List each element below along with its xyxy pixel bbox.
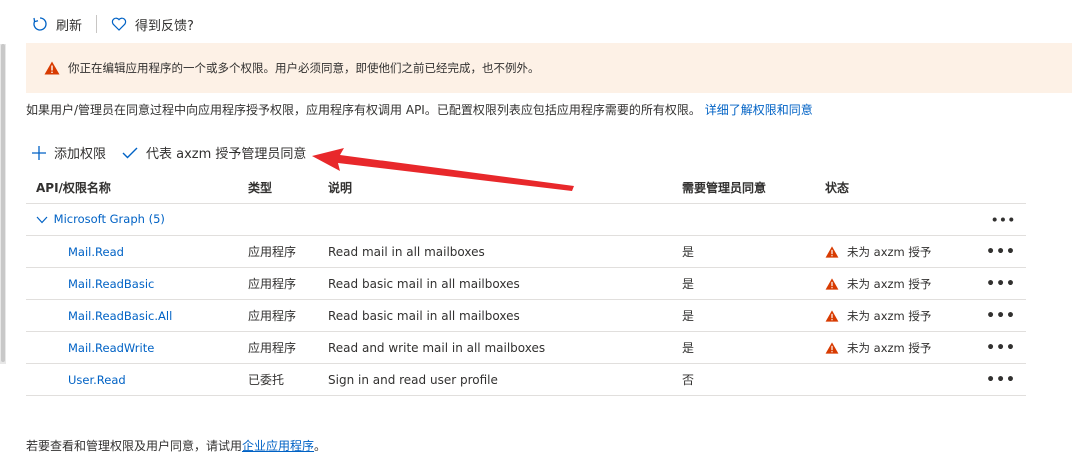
more-options-icon[interactable]: ••• — [965, 299, 1026, 332]
table-row: Mail.ReadWrite 应用程序 Read and write mail … — [26, 331, 1026, 364]
warning-text: 你正在编辑应用程序的一个或多个权限。用户必须同意，即使他们之前已经完成，也不例外… — [68, 61, 540, 75]
feedback-label: 得到反馈? — [135, 18, 194, 34]
permission-type: 应用程序 — [238, 267, 318, 300]
header-admin-consent: 需要管理员同意 — [672, 171, 815, 204]
warning-icon — [825, 309, 839, 322]
grant-consent-label: 代表 axzm 授予管理员同意 — [146, 147, 307, 162]
status-text: 未为 axzm 授予 — [847, 340, 932, 355]
admin-consent-required: 否 — [672, 363, 815, 396]
warning-icon — [825, 341, 839, 354]
permissions-table: API/权限名称 类型 说明 需要管理员同意 状态 Microsoft Grap… — [26, 171, 1026, 396]
permission-description: Read basic mail in all mailboxes — [318, 299, 672, 332]
warning-banner: 你正在编辑应用程序的一个或多个权限。用户必须同意，即使他们之前已经完成，也不例外… — [26, 43, 1072, 93]
header-type: 类型 — [238, 171, 318, 204]
permission-description: Read mail in all mailboxes — [318, 235, 672, 268]
status-text: 未为 axzm 授予 — [847, 276, 932, 291]
permission-type: 已委托 — [238, 363, 318, 396]
heart-icon — [111, 17, 127, 31]
permission-description: Read basic mail in all mailboxes — [318, 267, 672, 300]
table-row: Mail.ReadBasic 应用程序 Read basic mail in a… — [26, 267, 1026, 300]
more-options-icon[interactable]: ••• — [965, 363, 1026, 396]
status-text: 未为 axzm 授予 — [847, 244, 932, 259]
permission-name-link[interactable]: Mail.ReadBasic.All — [68, 309, 172, 323]
more-options-icon[interactable]: ••• — [965, 331, 1026, 364]
permission-actions: 添加权限 代表 axzm 授予管理员同意 — [32, 143, 322, 162]
description-text: 如果用户/管理员在同意过程中向应用程序授予权限，应用程序有权调用 API。已配置… — [26, 103, 701, 117]
grant-admin-consent-button[interactable]: 代表 axzm 授予管理员同意 — [122, 143, 306, 162]
status-cell — [815, 363, 965, 396]
status-cell: 未为 axzm 授予 — [825, 244, 955, 260]
status-text: 未为 axzm 授予 — [847, 308, 932, 323]
plus-icon — [32, 145, 46, 160]
more-options-icon[interactable]: ••• — [965, 267, 1026, 300]
permission-description: Sign in and read user profile — [318, 363, 672, 396]
refresh-label: 刷新 — [56, 18, 83, 34]
footer-text: 若要查看和管理权限及用户同意，请试用 — [26, 439, 243, 453]
enterprise-apps-link[interactable]: 企业应用程序 — [242, 439, 314, 453]
more-options-icon[interactable]: ••• — [965, 235, 1026, 268]
header-more — [965, 171, 1026, 204]
status-cell: 未为 axzm 授予 — [825, 308, 955, 324]
permission-name-link[interactable]: Mail.Read — [68, 245, 124, 259]
header-status: 状态 — [815, 171, 965, 204]
left-scrollbar[interactable] — [0, 44, 6, 364]
warning-icon — [44, 61, 60, 75]
admin-consent-required: 是 — [672, 331, 815, 364]
permission-type: 应用程序 — [238, 235, 318, 268]
permission-name-link[interactable]: Mail.ReadBasic — [68, 277, 154, 291]
permissions-description: 如果用户/管理员在同意过程中向应用程序授予权限，应用程序有权调用 API。已配置… — [26, 101, 813, 118]
group-label[interactable]: Microsoft Graph (5) — [54, 212, 165, 226]
permission-type: 应用程序 — [238, 299, 318, 332]
add-permission-button[interactable]: 添加权限 — [32, 143, 106, 162]
permission-name-link[interactable]: User.Read — [68, 373, 126, 387]
feedback-button[interactable]: 得到反馈? — [111, 15, 194, 34]
scrollbar-thumb[interactable] — [1, 44, 5, 362]
command-bar: 刷新 得到反馈? — [26, 10, 194, 38]
refresh-button[interactable]: 刷新 — [26, 15, 82, 34]
table-row: User.Read 已委托 Sign in and read user prof… — [26, 363, 1026, 396]
more-options-icon[interactable]: ••• — [965, 203, 1026, 236]
status-cell: 未为 axzm 授予 — [825, 276, 955, 292]
header-name: API/权限名称 — [26, 171, 238, 204]
group-row-microsoft-graph[interactable]: Microsoft Graph (5) ••• — [26, 203, 1026, 236]
refresh-icon — [33, 17, 47, 31]
toolbar-divider — [96, 15, 98, 33]
header-description: 说明 — [318, 171, 672, 204]
status-cell: 未为 axzm 授予 — [825, 340, 955, 356]
footer-suffix: 。 — [314, 439, 327, 453]
checkmark-icon — [122, 147, 138, 158]
warning-icon — [825, 245, 839, 258]
table-header-row: API/权限名称 类型 说明 需要管理员同意 状态 — [26, 171, 1026, 204]
table-row: Mail.ReadBasic.All 应用程序 Read basic mail … — [26, 299, 1026, 332]
warning-icon — [825, 277, 839, 290]
admin-consent-required: 是 — [672, 267, 815, 300]
admin-consent-required: 是 — [672, 299, 815, 332]
permission-name-link[interactable]: Mail.ReadWrite — [68, 341, 154, 355]
learn-more-link[interactable]: 详细了解权限和同意 — [705, 103, 813, 117]
add-permission-label: 添加权限 — [54, 147, 107, 162]
chevron-down-icon[interactable] — [36, 213, 48, 227]
admin-consent-required: 是 — [672, 235, 815, 268]
permission-type: 应用程序 — [238, 331, 318, 364]
permission-description: Read and write mail in all mailboxes — [318, 331, 672, 364]
footer-note: 若要查看和管理权限及用户同意，请试用企业应用程序。 — [26, 437, 326, 454]
table-row: Mail.Read 应用程序 Read mail in all mailboxe… — [26, 235, 1026, 268]
